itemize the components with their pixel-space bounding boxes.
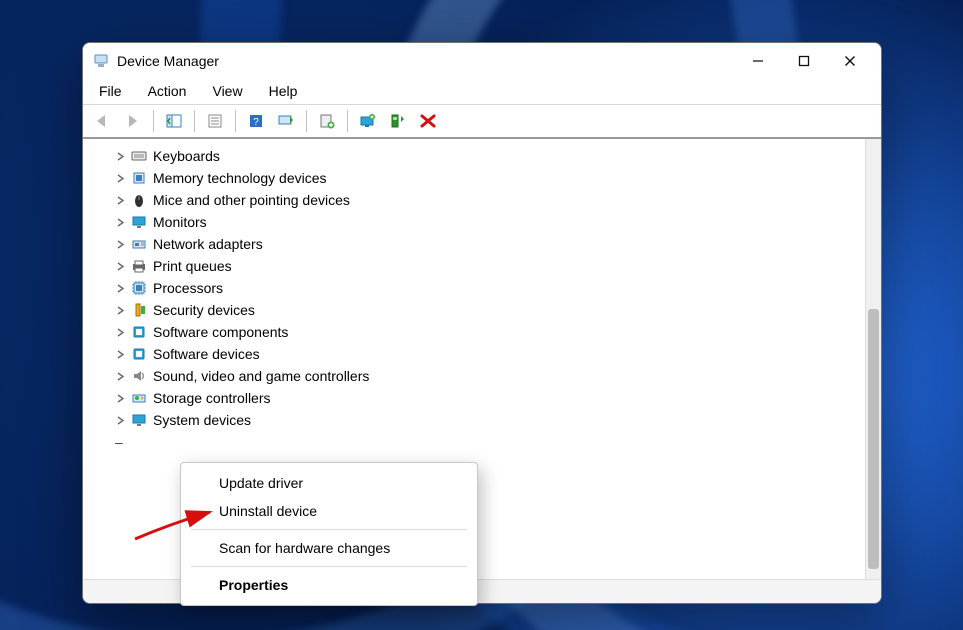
software-icon <box>131 324 147 340</box>
tree-item-label: Memory technology devices <box>153 167 327 189</box>
tree-item-label: Keyboards <box>153 145 220 167</box>
cpu-icon <box>131 280 147 296</box>
tree-item-label: Sound, video and game controllers <box>153 365 369 387</box>
toolbar-update-driver-button[interactable] <box>354 108 382 134</box>
tree-item-label: Software components <box>153 321 288 343</box>
chevron-right-icon[interactable] <box>113 413 127 427</box>
tree-row-sound[interactable]: Sound, video and game controllers <box>113 365 861 387</box>
context-menu-update-driver[interactable]: Update driver <box>181 469 477 497</box>
chevron-right-icon[interactable] <box>113 391 127 405</box>
context-menu-uninstall-device[interactable]: Uninstall device <box>181 497 477 525</box>
chevron-right-icon[interactable] <box>113 347 127 361</box>
toolbar-separator <box>194 110 195 132</box>
chevron-right-icon[interactable] <box>113 237 127 251</box>
keyboard-icon <box>131 148 147 164</box>
chevron-right-icon[interactable] <box>113 193 127 207</box>
tree-row-software-components[interactable]: Software components <box>113 321 861 343</box>
window-title: Device Manager <box>117 53 219 69</box>
toolbar-separator <box>153 110 154 132</box>
tree-row-storage[interactable]: Storage controllers <box>113 387 861 409</box>
chevron-right-icon[interactable] <box>113 259 127 273</box>
context-menu-scan-hardware[interactable]: Scan for hardware changes <box>181 534 477 562</box>
toolbar-help-button[interactable]: ? <box>242 108 270 134</box>
toolbar-uninstall-device-button[interactable] <box>384 108 412 134</box>
tree-row-keyboards[interactable]: Keyboards <box>113 145 861 167</box>
menu-file[interactable]: File <box>95 81 126 101</box>
titlebar[interactable]: Device Manager <box>83 43 881 79</box>
svg-text:?: ? <box>253 117 259 128</box>
tree-item-label: – <box>115 431 123 453</box>
minimize-button[interactable] <box>735 43 781 79</box>
tree-row-network[interactable]: Network adapters <box>113 233 861 255</box>
chevron-right-icon[interactable] <box>113 171 127 185</box>
context-menu-separator <box>191 529 467 530</box>
chevron-right-icon[interactable] <box>113 149 127 163</box>
tree-row-monitors[interactable]: Monitors <box>113 211 861 233</box>
toolbar: ? <box>83 105 881 139</box>
tree-item-label: Mice and other pointing devices <box>153 189 350 211</box>
tree-row-partial[interactable]: – <box>113 431 861 453</box>
chevron-right-icon[interactable] <box>113 215 127 229</box>
context-menu-separator <box>191 566 467 567</box>
tree-row-software-devices[interactable]: Software devices <box>113 343 861 365</box>
storage-controller-icon <box>131 390 147 406</box>
close-button[interactable] <box>827 43 873 79</box>
system-device-icon <box>131 412 147 428</box>
toolbar-disable-device-button[interactable] <box>414 108 442 134</box>
tree-item-label: Network adapters <box>153 233 263 255</box>
tree-row-mice[interactable]: Mice and other pointing devices <box>113 189 861 211</box>
tree-item-label: Processors <box>153 277 223 299</box>
tree-row-processors[interactable]: Processors <box>113 277 861 299</box>
tree-item-label: Storage controllers <box>153 387 271 409</box>
chevron-right-icon[interactable] <box>113 369 127 383</box>
tree-item-label: Software devices <box>153 343 260 365</box>
context-menu: Update driver Uninstall device Scan for … <box>180 462 478 606</box>
toolbar-back-button[interactable] <box>89 108 117 134</box>
vertical-scrollbar[interactable] <box>865 139 881 579</box>
chevron-right-icon[interactable] <box>113 325 127 339</box>
toolbar-scan-hardware-button[interactable] <box>272 108 300 134</box>
chevron-right-icon[interactable] <box>113 281 127 295</box>
maximize-button[interactable] <box>781 43 827 79</box>
toolbar-properties-button[interactable] <box>201 108 229 134</box>
tree-row-memory-tech[interactable]: Memory technology devices <box>113 167 861 189</box>
toolbar-separator <box>306 110 307 132</box>
tree-item-label: Security devices <box>153 299 255 321</box>
sound-icon <box>131 368 147 384</box>
menu-view[interactable]: View <box>208 81 246 101</box>
toolbar-add-legacy-hardware-button[interactable] <box>313 108 341 134</box>
scroll-thumb[interactable] <box>868 309 879 569</box>
window-controls <box>735 43 873 79</box>
network-adapter-icon <box>131 236 147 252</box>
security-device-icon <box>131 302 147 318</box>
menu-action[interactable]: Action <box>144 81 191 101</box>
toolbar-separator <box>347 110 348 132</box>
chevron-right-icon[interactable] <box>113 303 127 317</box>
menubar: File Action View Help <box>83 79 881 105</box>
context-menu-properties[interactable]: Properties <box>181 571 477 599</box>
toolbar-forward-button[interactable] <box>119 108 147 134</box>
app-icon <box>93 53 109 69</box>
menu-help[interactable]: Help <box>265 81 302 101</box>
toolbar-separator <box>235 110 236 132</box>
tree-row-system-devices[interactable]: System devices <box>113 409 861 431</box>
tree-row-security[interactable]: Security devices <box>113 299 861 321</box>
memory-chip-icon <box>131 170 147 186</box>
tree-item-label: Print queues <box>153 255 232 277</box>
mouse-icon <box>131 192 147 208</box>
tree-item-label: Monitors <box>153 211 207 233</box>
monitor-icon <box>131 214 147 230</box>
toolbar-show-hide-tree-button[interactable] <box>160 108 188 134</box>
tree-row-print-queues[interactable]: Print queues <box>113 255 861 277</box>
tree-item-label: System devices <box>153 409 251 431</box>
printer-icon <box>131 258 147 274</box>
software-icon <box>131 346 147 362</box>
